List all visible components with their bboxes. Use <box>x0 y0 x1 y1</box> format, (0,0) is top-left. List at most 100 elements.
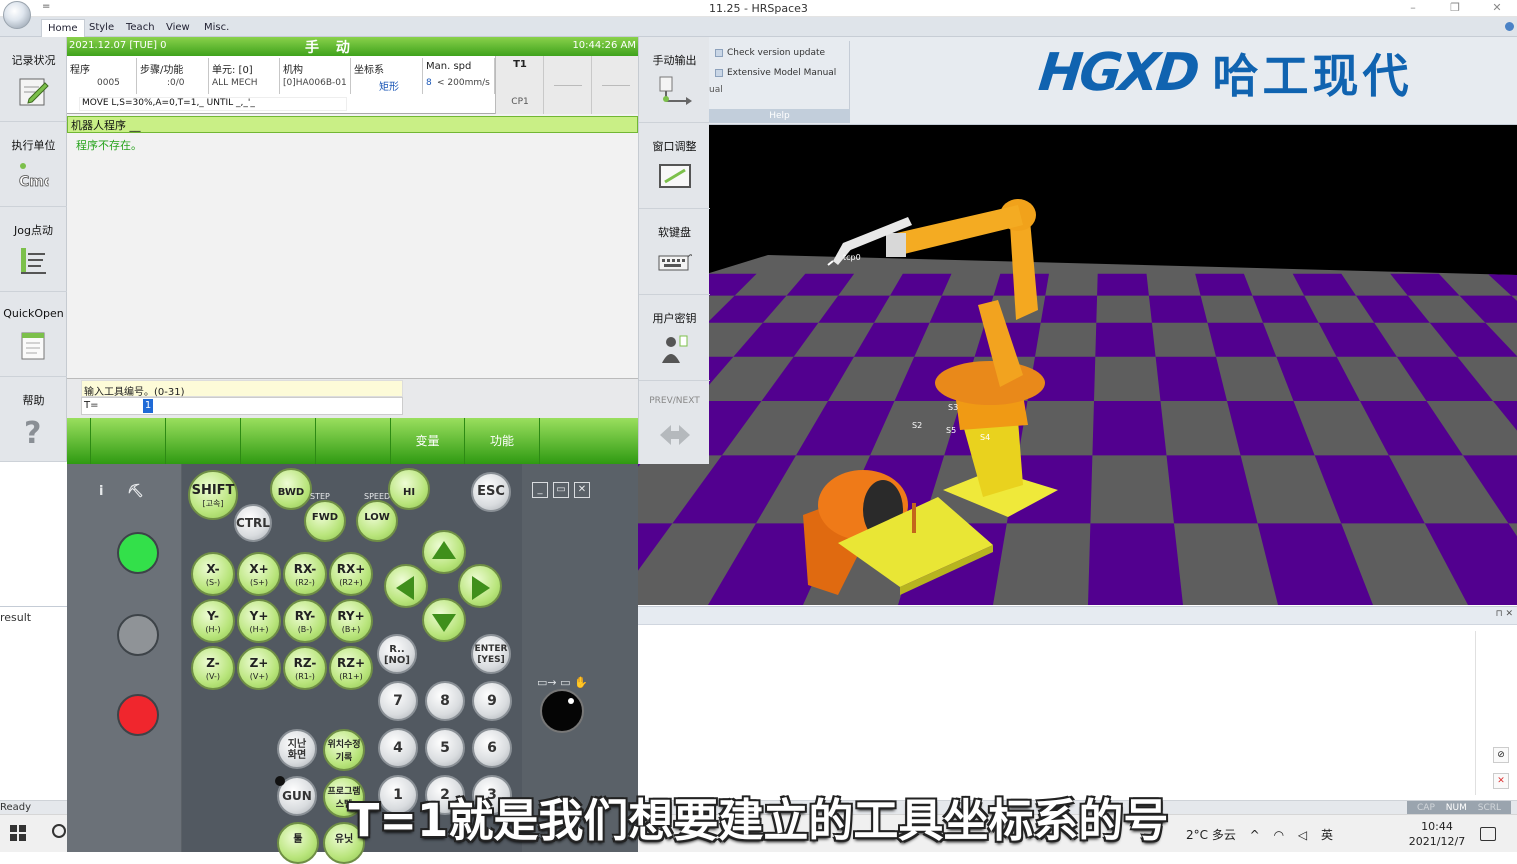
ry-minus-key[interactable]: RY-(B-) <box>283 599 327 643</box>
low-key[interactable]: LOW <box>356 500 398 542</box>
pendant-maximize-button[interactable]: ▭ <box>553 482 569 498</box>
input-value[interactable]: 1 <box>143 399 153 413</box>
ry-plus-key[interactable]: RY+(B+) <box>329 599 373 643</box>
tool-slot-2[interactable] <box>544 56 592 114</box>
taskbar-clock[interactable]: 10:44 2021/12/7 <box>1404 819 1470 849</box>
restore-button[interactable]: ❐ <box>1435 0 1475 17</box>
volume-icon[interactable]: ◁ <box>1298 828 1307 842</box>
digit-8-key[interactable]: 8 <box>425 681 465 721</box>
digit-9-key[interactable]: 9 <box>472 681 512 721</box>
help-icon[interactable] <box>1505 22 1514 31</box>
rx-plus-key[interactable]: RX+(R2+) <box>329 552 373 596</box>
tab-misc[interactable]: Misc. <box>204 22 229 33</box>
x-minus-key[interactable]: X-(S-) <box>191 552 235 596</box>
pendant-close-button[interactable]: ✕ <box>574 482 590 498</box>
z-plus-key[interactable]: Z+(V+) <box>237 646 281 690</box>
application-button[interactable] <box>3 1 31 29</box>
info-manual-speed[interactable]: Man. spd < 200mm/s 8 <box>423 58 495 94</box>
x-plus-key[interactable]: X+(S+) <box>237 552 281 596</box>
weather-text[interactable]: 2°C 多云 <box>1186 828 1236 842</box>
3d-viewport[interactable]: tcp0 S2 S3 S4 S5 <box>638 125 1517 605</box>
enter-key[interactable]: ENTER[YES] <box>471 634 511 674</box>
window-adjust-button[interactable]: 窗口调整 <box>639 123 710 209</box>
digit-7-key[interactable]: 7 <box>378 681 418 721</box>
r-no-key[interactable]: R..[NO] <box>377 634 417 674</box>
fkey-0[interactable] <box>67 418 91 464</box>
digit-2-key[interactable]: 2 <box>425 775 465 815</box>
info-program[interactable]: 程序 0005 <box>67 58 137 94</box>
tool-number-input[interactable]: T= 1 <box>81 397 403 415</box>
command-line[interactable]: MOVE L,S=30%,A=0,T=1,_ UNTIL _,_'_ <box>79 97 347 111</box>
clear-output-icon[interactable]: ⊘ <box>1493 747 1509 763</box>
record-status-button[interactable]: 记录状况 <box>0 37 67 122</box>
info-coordinate[interactable]: 坐标系 矩形 <box>351 58 423 94</box>
digit-4-key[interactable]: 4 <box>378 728 418 768</box>
y-plus-key[interactable]: Y+(H+) <box>237 599 281 643</box>
position-modify-key[interactable]: 위치수정 기록 <box>323 729 365 771</box>
quickopen-button[interactable]: QuickOpen <box>0 292 67 377</box>
tab-home[interactable]: Home <box>41 19 85 38</box>
tab-view[interactable]: View <box>166 22 190 33</box>
info-mechanism[interactable]: 机构 [0]HA006B-01 <box>280 58 351 94</box>
left-arrow-key[interactable] <box>384 564 428 608</box>
tab-teach[interactable]: Teach <box>126 22 155 33</box>
rz-minus-key[interactable]: RZ-(R1-) <box>283 646 327 690</box>
tool-indicator[interactable]: T1 CP1 <box>496 56 544 114</box>
hi-key[interactable]: HI <box>388 468 430 510</box>
bwd-key[interactable]: BWD <box>270 468 312 510</box>
fkey-function[interactable]: 功能 <box>465 418 540 464</box>
digit-5-key[interactable]: 5 <box>425 728 465 768</box>
execution-unit-button[interactable]: 执行单位 Cmd <box>0 122 67 207</box>
search-icon[interactable] <box>52 824 66 838</box>
minimize-button[interactable]: – <box>1393 0 1433 17</box>
tray-chevron-icon[interactable]: ^ <box>1250 828 1260 842</box>
tool-slot-3[interactable] <box>592 56 640 114</box>
info-icon[interactable]: i <box>99 484 103 499</box>
tab-style[interactable]: Style <box>89 22 114 33</box>
help-button[interactable]: 帮助 ? <box>0 377 67 462</box>
check-version-update-button[interactable]: Check version update <box>727 48 825 58</box>
info-unit[interactable]: 单元: [0] ALL MECH <box>209 58 280 94</box>
fkey-variable[interactable]: 变量 <box>391 418 465 464</box>
soft-keyboard-button[interactable]: 软键盘 <box>639 209 710 295</box>
fkey-4[interactable] <box>316 418 391 464</box>
fkey-1[interactable] <box>91 418 166 464</box>
pendant-minimize-button[interactable]: _ <box>532 482 548 498</box>
windows-start-icon[interactable] <box>10 825 26 841</box>
extensive-model-manual-button[interactable]: Extensive Model Manual <box>727 68 836 78</box>
joystick[interactable] <box>540 689 584 733</box>
fkey-3[interactable] <box>241 418 316 464</box>
shift-key[interactable]: SHIFT[고속] <box>188 470 238 520</box>
network-icon[interactable]: ◠ <box>1274 828 1284 842</box>
manual-output-button[interactable]: 手动输出 <box>639 37 710 123</box>
fkey-2[interactable] <box>166 418 241 464</box>
y-minus-key[interactable]: Y-(H-) <box>191 599 235 643</box>
fwd-key[interactable]: FWD <box>304 500 346 542</box>
down-arrow-key[interactable] <box>422 598 466 642</box>
jog-button[interactable]: Jog点动 <box>0 207 67 292</box>
close-button[interactable]: ✕ <box>1477 0 1517 17</box>
up-arrow-key[interactable] <box>422 530 466 574</box>
digit-1-key[interactable]: 1 <box>378 775 418 815</box>
digit-6-key[interactable]: 6 <box>472 728 512 768</box>
rz-plus-key[interactable]: RZ+(R1+) <box>329 646 373 690</box>
rx-minus-key[interactable]: RX-(R2-) <box>283 552 327 596</box>
esc-key[interactable]: ESC <box>471 472 511 512</box>
unit-key[interactable]: 유닛 <box>323 822 365 864</box>
stop-output-icon[interactable]: ✕ <box>1493 773 1509 789</box>
z-minus-key[interactable]: Z-(V-) <box>191 646 235 690</box>
previous-screen-key[interactable]: 지난 화면 <box>277 729 317 769</box>
info-step[interactable]: 步骤/功能 :0/0 <box>137 58 209 94</box>
tool-icon[interactable]: ⛏ <box>127 484 144 499</box>
notification-icon[interactable] <box>1480 827 1496 841</box>
view-mode-icons[interactable]: ▭→ ▭ ✋ <box>537 676 588 689</box>
user-key-button[interactable]: 用户密钥 <box>639 295 710 381</box>
ime-indicator[interactable]: 英 <box>1321 828 1333 842</box>
program-step-key[interactable]: 프로그램 스텝 <box>323 776 365 818</box>
right-arrow-key[interactable] <box>458 564 502 608</box>
ctrl-key[interactable]: CTRL <box>234 504 272 542</box>
panel-pin-close-icons[interactable]: ⊓ ✕ <box>1496 609 1513 619</box>
prev-next-button[interactable]: PREV/NEXT <box>639 381 710 467</box>
digit-3-key[interactable]: 3 <box>472 775 512 815</box>
tool-key[interactable]: 툴 <box>277 822 319 864</box>
